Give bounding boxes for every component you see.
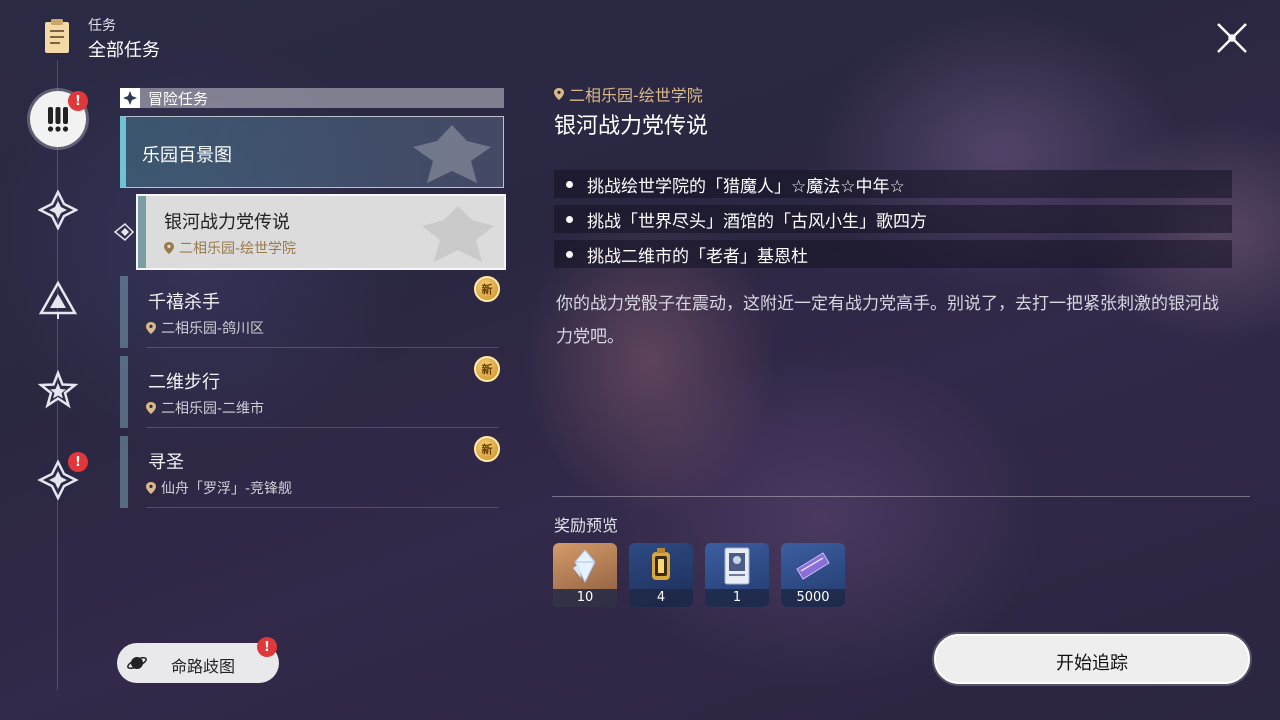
divider [146,427,498,428]
quest-location-text: 二相乐园-二维市 [161,401,265,417]
ticket-icon [796,552,830,580]
objective-text: 挑战绘世学院的「猎魔人」☆魔法☆中年☆ [587,176,905,197]
quest-item-bar [138,196,146,268]
path-map-button[interactable]: 命路歧图 ! [117,637,279,683]
location-pin-icon [146,482,156,494]
emblem-watermark-icon [422,206,494,262]
emblem-watermark-icon [413,125,491,183]
reward-qty: 1 [705,589,769,607]
alert-badge: ! [68,91,88,111]
reward-qty: 5000 [781,589,845,607]
divider [146,507,498,508]
reward-item[interactable]: 5000 [781,543,845,607]
adventure-icon [120,88,140,108]
quest-item-selected[interactable]: 银河战力党传说 二相乐园-绘世学院 [136,194,506,270]
quest-location-text: 仙舟「罗浮」-竞锋舰 [161,481,293,497]
quest-location-text: 二相乐园-绘世学院 [179,241,297,257]
category-label: 冒险任务 [148,89,209,108]
page-title: 全部任务 [88,40,160,61]
triangle-icon [38,280,78,319]
close-button[interactable] [1212,18,1252,58]
lantern-icon [652,548,670,580]
selection-arrow-icon [113,222,135,242]
clipboard-icon [45,19,69,53]
quest-title: 银河战力党传说 [164,212,290,233]
quest-item-bar [120,436,128,508]
alert-badge: ! [257,637,277,657]
detail-location: 二相乐园-绘世学院 [554,82,703,106]
quest-group-label: 乐园百景图 [142,145,232,166]
objective-text: 挑战「世界尽头」酒馆的「古风小生」歌四方 [587,211,927,232]
quest-location: 仙舟「罗浮」-竞锋舰 [146,478,292,498]
crystal-icon [573,549,596,584]
category-header: 冒险任务 [120,88,504,108]
quest-item[interactable]: 寻圣 仙舟「罗浮」-竞锋舰 新 [120,436,504,508]
alert-badge: ! [68,452,88,472]
objective-item: 挑战「世界尽头」酒馆的「古风小生」歌四方 [554,205,1232,233]
quest-title: 二维步行 [148,372,220,393]
rail-tab-5[interactable]: ! [30,452,88,508]
divider [552,496,1250,497]
location-pin-icon [554,88,564,100]
quest-location-text: 二相乐园-鸽川区 [161,321,265,337]
reward-qty: 10 [553,589,617,607]
new-badge: 新 [474,356,500,382]
location-pin-icon [146,402,156,414]
quest-location: 二相乐园-绘世学院 [164,238,296,258]
path-map-label: 命路歧图 [171,657,236,676]
planet-icon [127,656,147,670]
quest-item-bar [120,276,128,348]
quest-location: 二相乐园-二维市 [146,398,264,418]
divider [146,347,498,348]
star-icon [38,370,78,409]
detail-location-text: 二相乐园-绘世学院 [569,86,703,105]
bullet-icon [566,180,573,188]
objective-item: 挑战绘世学院的「猎魔人」☆魔法☆中年☆ [554,170,1232,198]
reward-item[interactable]: 1 [705,543,769,607]
start-tracking-button[interactable]: 开始追踪 [934,634,1250,684]
reward-item[interactable]: 4 [629,543,693,607]
quest-item[interactable]: 千禧杀手 二相乐园-鸽川区 新 [120,276,504,348]
new-badge: 新 [474,436,500,462]
bullet-icon [566,215,573,223]
exclamation-icon [47,107,69,132]
header-label: 任务 [88,18,116,34]
reward-qty: 4 [629,589,693,607]
detail-description: 你的战力党骰子在震动，这附近一定有战力党高手。别说了，去打一把紧张刺激的银河战力… [556,294,1219,347]
start-tracking-label: 开始追踪 [1056,653,1128,674]
location-pin-icon [146,322,156,334]
quest-item-bar [120,356,128,428]
quest-group-header[interactable]: 乐园百景图 [120,116,504,188]
quest-title: 千禧杀手 [148,292,220,313]
rail-tab-2[interactable] [30,182,86,238]
quest-location: 二相乐园-鸽川区 [146,318,264,338]
quest-item[interactable]: 二维步行 二相乐园-二维市 新 [120,356,504,428]
card-icon [724,547,750,585]
bullet-icon [566,250,573,258]
diamond-star-icon [38,190,78,230]
objective-item: 挑战二维市的「老者」基恩杜 [554,240,1232,268]
close-icon [1217,23,1247,53]
rail-tab-3[interactable] [30,272,86,328]
quest-title: 寻圣 [148,452,184,473]
new-badge: 新 [474,276,500,302]
location-pin-icon [164,242,174,254]
rail-tab-4[interactable] [30,362,86,418]
objective-text: 挑战二维市的「老者」基恩杜 [587,246,808,267]
detail-title: 银河战力党传说 [554,114,709,139]
reward-item[interactable]: 10 [553,543,617,607]
rail-tab-all[interactable]: ! [30,91,88,147]
reward-preview-label: 奖励预览 [554,516,619,535]
